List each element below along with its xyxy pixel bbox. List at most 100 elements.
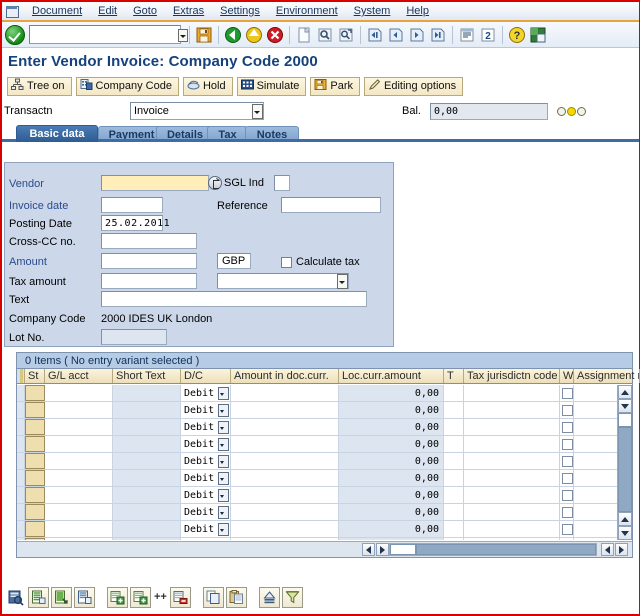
cell-t[interactable] — [444, 487, 464, 503]
cell-amt_loc[interactable]: 0,00 — [339, 504, 444, 520]
cell-gl_acct[interactable] — [45, 385, 113, 401]
column-header-amt_loc[interactable]: Loc.curr.amount — [339, 369, 444, 383]
cell-tax_jur[interactable] — [464, 470, 560, 486]
table-row[interactable]: Debit 0,00 — [17, 504, 632, 521]
column-header-t[interactable]: T — [444, 369, 464, 383]
withholding-tax-checkbox[interactable] — [562, 455, 573, 467]
debit-credit-dropdown-icon[interactable] — [218, 387, 229, 400]
line-item-list-icon[interactable] — [28, 586, 49, 608]
cell-amt_loc[interactable]: 0,00 — [339, 385, 444, 401]
cell-w[interactable] — [560, 504, 574, 520]
find-icon[interactable] — [315, 25, 335, 45]
cell-amt_doc[interactable] — [231, 487, 339, 503]
debit-credit-dropdown-icon[interactable] — [218, 404, 229, 417]
cell-st[interactable] — [25, 487, 45, 503]
cell-st[interactable] — [25, 436, 45, 452]
withholding-tax-checkbox[interactable] — [562, 438, 573, 450]
cell-amt_doc[interactable] — [231, 402, 339, 418]
cell-amt_doc[interactable] — [231, 470, 339, 486]
cell-sel[interactable] — [17, 504, 25, 520]
command-input[interactable] — [30, 27, 176, 42]
debit-credit-dropdown-icon[interactable] — [218, 472, 229, 485]
cell-gl_acct[interactable] — [45, 487, 113, 503]
column-header-amt_doc[interactable]: Amount in doc.curr. — [231, 369, 339, 383]
hscroll-right-button[interactable] — [376, 543, 389, 556]
table-row[interactable]: Debit 0,00 — [17, 385, 632, 402]
cell-tax_jur[interactable] — [464, 453, 560, 469]
cell-gl_acct[interactable] — [45, 419, 113, 435]
cell-amt_doc[interactable] — [231, 419, 339, 435]
menu-item-edit[interactable]: Edit — [90, 2, 125, 20]
cell-sel[interactable] — [17, 436, 25, 452]
next-page-icon[interactable] — [407, 25, 427, 45]
horizontal-scroll-thumb-start[interactable] — [390, 544, 416, 555]
debit-credit-dropdown-icon[interactable] — [218, 438, 229, 451]
cancel-red-x-icon[interactable] — [265, 25, 285, 45]
paste-icon[interactable] — [225, 586, 247, 608]
cell-amt_loc[interactable]: 0,00 — [339, 436, 444, 452]
cell-w[interactable] — [560, 436, 574, 452]
cell-t[interactable] — [444, 402, 464, 418]
debit-credit-dropdown-icon[interactable] — [218, 506, 229, 519]
vertical-scroll-thumb-top[interactable] — [618, 413, 632, 427]
save-icon[interactable] — [194, 25, 214, 45]
sort-ascending-icon[interactable] — [258, 586, 280, 608]
hscroll-left-button[interactable] — [362, 543, 375, 556]
tab-tax[interactable]: Tax — [207, 126, 248, 142]
cell-amt_doc[interactable] — [231, 521, 339, 537]
enter-check-icon[interactable] — [5, 24, 25, 45]
cell-gl_acct[interactable] — [45, 538, 113, 540]
cell-tax_jur[interactable] — [464, 402, 560, 418]
cross-cc-no-input[interactable] — [101, 233, 197, 249]
cell-dc[interactable]: Debit — [181, 487, 231, 503]
cell-dc[interactable]: Debit — [181, 436, 231, 452]
cell-sel[interactable] — [17, 419, 25, 435]
cell-gl_acct[interactable] — [45, 470, 113, 486]
cell-gl_acct[interactable] — [45, 436, 113, 452]
cell-short_text[interactable] — [113, 487, 181, 503]
cell-amt_loc[interactable]: 0,00 — [339, 470, 444, 486]
cell-tax_jur[interactable] — [464, 385, 560, 401]
cell-dc[interactable]: Debit — [181, 385, 231, 401]
column-header-sel[interactable] — [17, 369, 25, 383]
menu-item-environment[interactable]: Environment — [268, 2, 346, 20]
withholding-tax-checkbox[interactable] — [562, 506, 573, 518]
cell-short_text[interactable] — [113, 538, 181, 540]
cell-amt_doc[interactable] — [231, 453, 339, 469]
cell-tax_jur[interactable] — [464, 487, 560, 503]
cell-amt_loc[interactable]: 0,00 — [339, 521, 444, 537]
previous-page-icon[interactable] — [386, 25, 406, 45]
menu-item-system[interactable]: System — [346, 2, 399, 20]
cell-amt_loc[interactable]: 0,00 — [339, 453, 444, 469]
delete-line-icon[interactable] — [169, 586, 191, 608]
debit-credit-dropdown-icon[interactable] — [218, 421, 229, 434]
cell-amt_doc[interactable] — [231, 436, 339, 452]
menu-item-help[interactable]: Help — [398, 2, 437, 20]
cell-amt_loc[interactable]: 0,00 — [339, 538, 444, 540]
cell-t[interactable] — [444, 385, 464, 401]
chevron-down-icon[interactable] — [250, 103, 263, 119]
column-header-assign[interactable]: Assignment n — [574, 369, 640, 383]
cell-tax_jur[interactable] — [464, 521, 560, 537]
text-input[interactable] — [101, 291, 367, 307]
company-code-button[interactable]: Company Code — [75, 76, 179, 96]
vendor-search-help-icon[interactable] — [208, 176, 222, 190]
table-row[interactable]: Debit 0,00 — [17, 453, 632, 470]
cell-sel[interactable] — [17, 538, 25, 540]
cell-t[interactable] — [444, 419, 464, 435]
cell-dc[interactable]: Debit — [181, 453, 231, 469]
table-row[interactable]: Debit 0,00 — [17, 470, 632, 487]
menu-item-goto[interactable]: Goto — [125, 2, 165, 20]
horizontal-scroll-thumb[interactable] — [416, 544, 596, 555]
simulate-button[interactable]: Simulate — [236, 76, 307, 96]
exit-yellow-arrow-icon[interactable] — [244, 25, 264, 45]
scroll-page-down-button[interactable] — [618, 512, 632, 526]
hscroll-page-right-button[interactable] — [615, 543, 628, 556]
cell-amt_loc[interactable]: 0,00 — [339, 402, 444, 418]
tab-basic-data[interactable]: Basic data — [16, 125, 98, 142]
cell-dc[interactable]: Debit — [181, 419, 231, 435]
cell-t[interactable] — [444, 436, 464, 452]
customize-local-layout-icon[interactable] — [528, 25, 548, 45]
column-header-dc[interactable]: D/C — [181, 369, 231, 383]
currency-input[interactable]: GBP — [217, 253, 251, 269]
